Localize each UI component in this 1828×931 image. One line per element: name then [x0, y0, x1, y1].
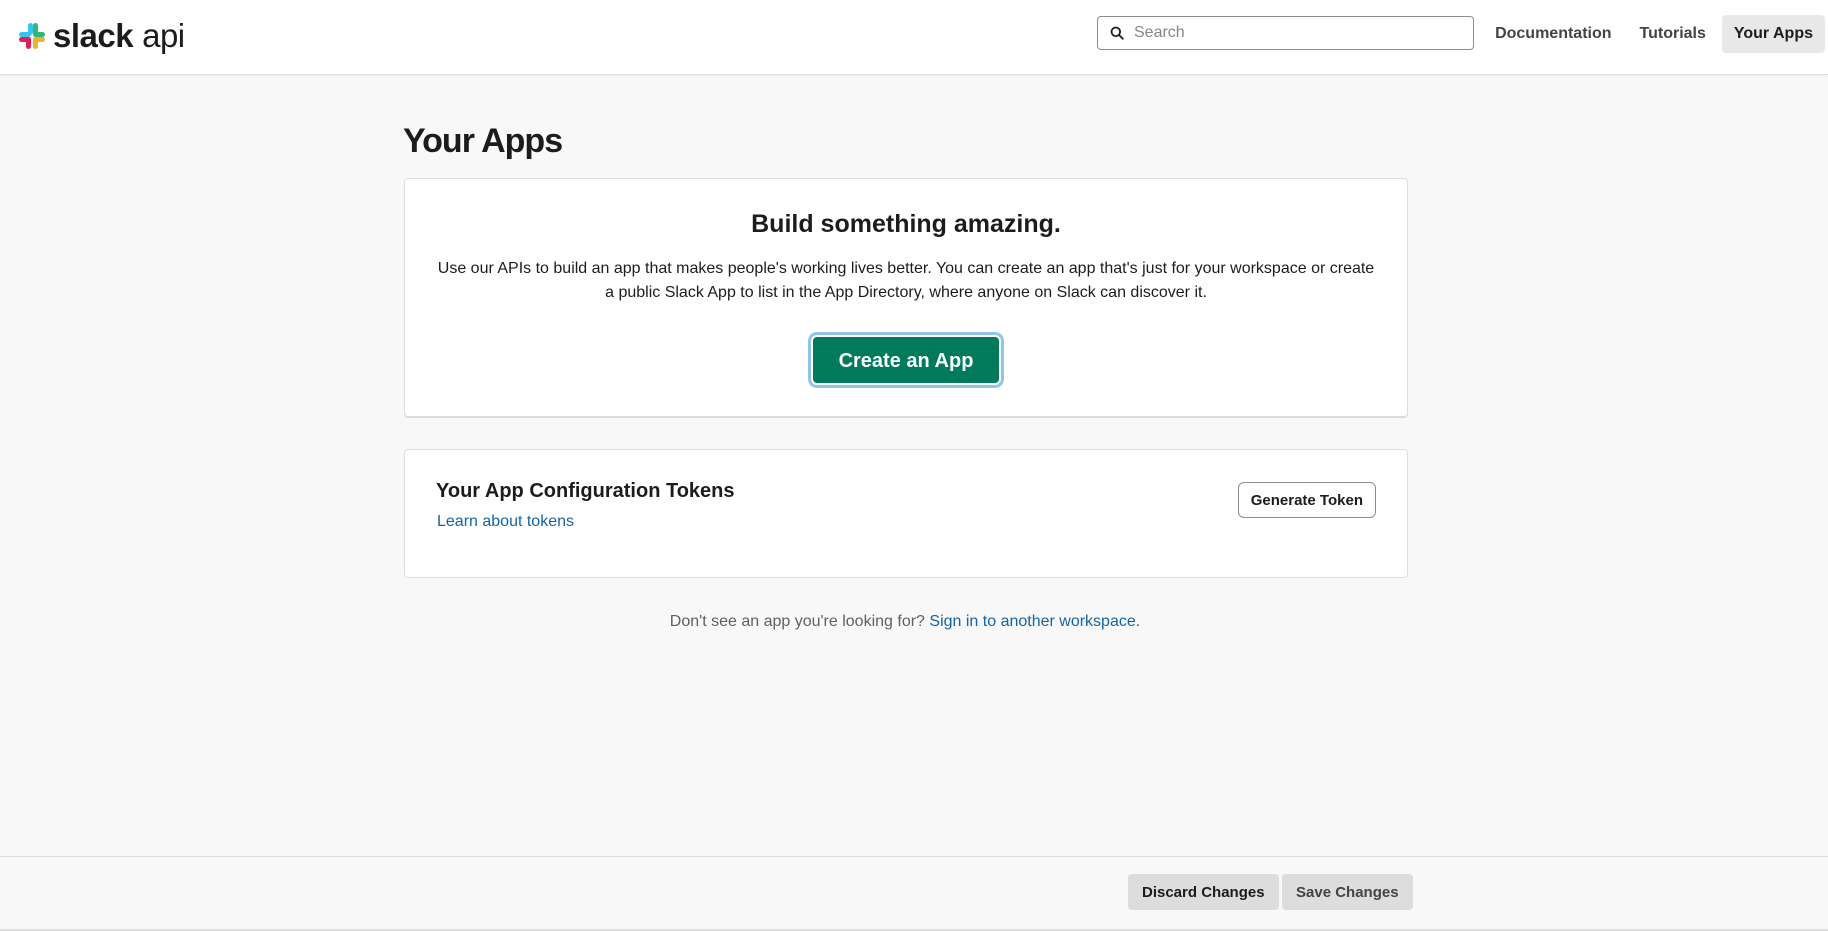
logo-wordmark: slack api	[53, 19, 185, 53]
save-changes-button[interactable]: Save Changes	[1282, 874, 1413, 910]
top-header: slackapi Documentation Tutorials Your Ap…	[0, 0, 1828, 75]
build-app-card: Build something amazing. Use our APIs to…	[404, 178, 1408, 417]
top-nav: Documentation Tutorials Your Apps	[1479, 15, 1828, 53]
action-footer: Discard Changes Save Changes	[0, 856, 1828, 931]
tokens-card-heading: Your App Configuration Tokens	[436, 480, 735, 502]
config-tokens-card: Your App Configuration Tokens Learn abou…	[404, 449, 1408, 578]
signin-another-workspace-link[interactable]: Sign in to another workspace.	[929, 613, 1140, 630]
logo-wordmark-light: api	[142, 17, 185, 54]
nav-tutorials[interactable]: Tutorials	[1628, 15, 1718, 53]
nav-your-apps[interactable]: Your Apps	[1721, 15, 1825, 53]
build-card-description: Use our APIs to build an app that makes …	[437, 260, 1375, 301]
nav-documentation[interactable]: Documentation	[1483, 15, 1623, 53]
logo-wordmark-bold: slack	[53, 17, 134, 54]
signin-prompt: Don't see an app you're looking for? Sig…	[403, 613, 1407, 631]
build-card-heading: Build something amazing.	[751, 210, 1061, 238]
create-app-button[interactable]: Create an App	[811, 335, 1001, 385]
discard-changes-button[interactable]: Discard Changes	[1128, 874, 1279, 910]
generate-token-button[interactable]: Generate Token	[1237, 482, 1376, 518]
slack-api-logo[interactable]: slack api	[17, 19, 185, 53]
signin-prompt-text: Don't see an app you're looking for?	[669, 613, 925, 630]
slack-logo-icon	[19, 23, 45, 49]
learn-about-tokens-link[interactable]: Learn about tokens	[437, 513, 574, 531]
search-icon	[1110, 26, 1124, 40]
search-box[interactable]	[1097, 16, 1474, 50]
page-title: Your Apps	[403, 122, 563, 160]
search-input[interactable]	[1132, 23, 1456, 43]
